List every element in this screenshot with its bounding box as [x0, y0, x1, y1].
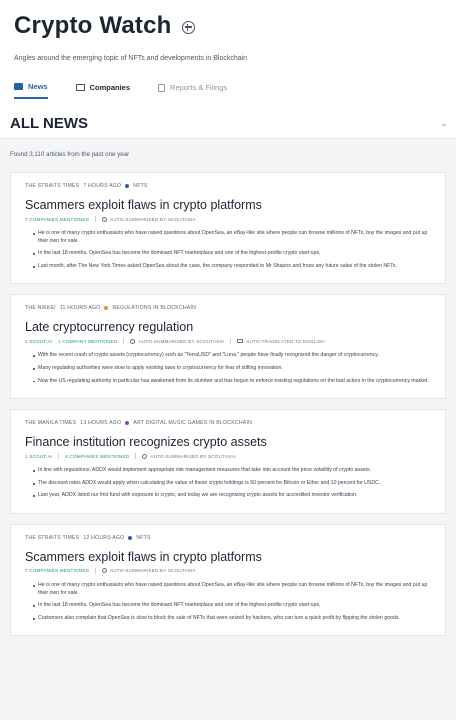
summary-bullet: Many regulating authorities were slow to…: [33, 365, 435, 373]
companies-mentioned-tag[interactable]: 7 COMPANIES MENTIONED: [25, 568, 89, 573]
article-tags: 7 COMPANIES MENTIONED AUTO-SUMMARISED BY…: [25, 567, 435, 574]
article-time: 13 HOURS AGO: [80, 420, 122, 427]
summary-bullet: Last year, ADDX listed our first fund wi…: [33, 492, 435, 500]
article-topic[interactable]: ART DIGITAL MUSIC GAMES IN BLOCKCHAIN: [133, 420, 252, 426]
summary-bullet: Customers also complain that OpenSea is …: [33, 615, 435, 623]
topic-dot-icon: [128, 535, 133, 540]
topic-dot-icon: [104, 306, 109, 311]
results-count: Found 3,110 articles from the past one y…: [10, 151, 130, 158]
tab-label: News: [28, 82, 48, 91]
tab-companies[interactable]: Companies: [75, 82, 131, 99]
chevron-down-icon[interactable]: ⌄: [440, 118, 448, 129]
tab-label: Reports & Filings: [170, 83, 228, 92]
summary-label: AUTO-SUMMARISED BY SCOUTASIA: [138, 338, 225, 344]
topic-dot-icon: [125, 184, 130, 188]
summary-bullet: The discount rates ADDX would apply when…: [33, 480, 435, 488]
auto-summary-icon: [102, 216, 108, 222]
divider: [95, 216, 97, 222]
companies-mentioned-tag[interactable]: 1 COMPANY MENTIONED: [58, 339, 117, 344]
summary-bullet: In the last 18 months, OpenSea has becom…: [33, 602, 435, 610]
companies-mentioned-tag[interactable]: 6 COMPANIES MENTIONED: [65, 454, 129, 459]
article-headline[interactable]: Late cryptocurrency regulation: [25, 320, 435, 334]
summary-tag: AUTO-SUMMARISED BY SCOUTASIA: [102, 568, 196, 574]
divider: [135, 453, 137, 460]
translated-label: AUTO-TRANSLATED TO ENGLISH: [246, 338, 325, 344]
summary-list: He is one of many crypto enthusiasts who…: [25, 582, 435, 622]
summary-bullet: In the last 18 months, OpenSea has becom…: [33, 250, 435, 258]
summary-tag: AUTO-SUMMARISED BY SCOUTASIA: [102, 216, 196, 222]
summary-list: He is one of many crypto enthusiasts who…: [25, 230, 435, 270]
divider: [123, 338, 125, 345]
app-frame: Crypto Watch Angles around the emerging …: [0, 0, 456, 720]
tab-reports-filings[interactable]: Reports & Filings: [158, 82, 227, 99]
summary-list: With the recent crash of crypto assets (…: [25, 352, 435, 385]
article-headline[interactable]: Finance institution recognizes crypto as…: [25, 435, 435, 449]
news-section: ALL NEWS ⌄ Found 3,110 articles from the…: [0, 108, 456, 637]
article-headline[interactable]: Scammers exploit flaws in crypto platfor…: [25, 198, 435, 212]
article-topic[interactable]: REGULATIONS IN BLOCKCHAIN: [112, 305, 196, 311]
article-tags: 1 SCOUT AI 1 COMPANY MENTIONED AUTO-SUMM…: [25, 338, 435, 345]
article-source: THE NIKKEI: [25, 305, 56, 312]
summary-tag: AUTO-SUMMARISED BY SCOUTASIA: [142, 453, 237, 459]
auto-summary-icon: [142, 453, 148, 459]
add-circle-icon[interactable]: [181, 21, 195, 34]
summary-bullet: He is one of many crypto enthusiasts who…: [33, 230, 435, 245]
summary-label: AUTO-SUMMARISED BY SCOUTASIA: [110, 216, 196, 222]
article-time: 11 HOURS AGO: [59, 305, 101, 312]
tab-label: Companies: [89, 83, 131, 92]
section-title: ALL NEWS: [10, 114, 89, 132]
topic-dot-icon: [125, 421, 130, 426]
article-headline[interactable]: Scammers exploit flaws in crypto platfor…: [25, 550, 435, 564]
article-meta: THE STRAITS TIMES 12 HOURS AGO NFTS: [25, 535, 435, 541]
news-icon: [14, 83, 23, 90]
tab-bar: News Companies Reports & Filings: [0, 74, 456, 108]
divider: [58, 453, 60, 460]
companies-icon: [75, 84, 85, 91]
article-meta: THE NIKKEI 11 HOURS AGO REGULATIONS IN B…: [25, 305, 435, 311]
translate-icon: [237, 339, 244, 344]
section-header: ALL NEWS ⌄: [0, 108, 456, 139]
title-row: Crypto Watch: [14, 12, 442, 40]
auto-summary-icon: [130, 338, 136, 344]
article-source: THE STRAITS TIMES: [25, 183, 80, 189]
article-card[interactable]: THE STRAITS TIMES 7 HOURS AGO NFTS Scamm…: [10, 172, 446, 285]
article-card[interactable]: THE STRAITS TIMES 12 HOURS AGO NFTS Scam…: [10, 523, 446, 637]
summary-label: AUTO-SUMMARISED BY SCOUTASIA: [110, 568, 196, 574]
summary-tag: AUTO-SUMMARISED BY SCOUTASIA: [130, 338, 225, 344]
summary-list: In line with regulations, ADDX would imp…: [25, 467, 435, 500]
article-time: 7 HOURS AGO: [83, 183, 122, 189]
article-source: THE MANILA TIMES: [25, 420, 77, 427]
reports-icon: [158, 83, 166, 92]
summary-bullet: Last month, after The New York Times ask…: [33, 263, 435, 271]
scout-ai-tag[interactable]: 1 SCOUT AI: [25, 454, 52, 459]
article-topic[interactable]: NFTS: [136, 535, 150, 541]
article-card[interactable]: THE NIKKEI 11 HOURS AGO REGULATIONS IN B…: [10, 294, 446, 400]
page-subtitle: Angles around the emerging topic of NFTs…: [14, 55, 248, 62]
summary-label: AUTO-SUMMARISED BY SCOUTASIA: [150, 453, 237, 459]
auto-summary-icon: [102, 568, 108, 574]
translated-tag: AUTO-TRANSLATED TO ENGLISH: [237, 339, 324, 344]
article-meta: THE STRAITS TIMES 7 HOURS AGO NFTS: [25, 183, 435, 189]
article-topic[interactable]: NFTS: [133, 183, 147, 189]
divider: [230, 338, 232, 345]
divider: [95, 567, 97, 574]
article-meta: THE MANILA TIMES 13 HOURS AGO ART DIGITA…: [25, 420, 435, 426]
summary-bullet: He is one of many crypto enthusiasts who…: [33, 582, 435, 597]
article-tags: 1 SCOUT AI 6 COMPANIES MENTIONED AUTO-SU…: [25, 453, 435, 460]
article-time: 12 HOURS AGO: [83, 534, 125, 541]
article-tags: 7 COMPANIES MENTIONED AUTO-SUMMARISED BY…: [25, 216, 435, 222]
summary-bullet: In line with regulations, ADDX would imp…: [33, 467, 435, 475]
page-title: Crypto Watch: [14, 12, 172, 39]
scout-ai-tag[interactable]: 1 SCOUT AI: [25, 339, 52, 344]
tab-news[interactable]: News: [14, 82, 48, 99]
summary-bullet: Now the US regulating authority in parti…: [33, 378, 435, 386]
companies-mentioned-tag[interactable]: 7 COMPANIES MENTIONED: [25, 217, 89, 222]
article-card[interactable]: THE MANILA TIMES 13 HOURS AGO ART DIGITA…: [10, 409, 446, 514]
summary-bullet: With the recent crash of crypto assets (…: [33, 352, 435, 360]
article-source: THE STRAITS TIMES: [25, 534, 80, 541]
